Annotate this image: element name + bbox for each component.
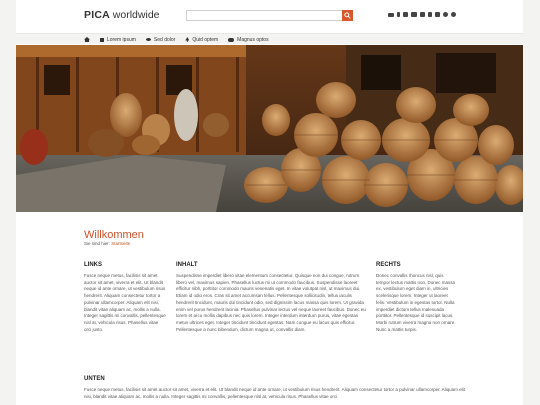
home-icon [84, 37, 90, 42]
nav-label: Magnus optos [237, 36, 269, 43]
nav-quid-optem[interactable]: Quid optem [185, 37, 218, 43]
column-heading-inhalt: INHALT [176, 262, 198, 268]
search-button[interactable] [342, 10, 353, 21]
breadcrumb: Sie sind hier: Startseite [84, 241, 130, 246]
facebook-icon[interactable] [397, 12, 400, 17]
nav-label: Quid optem [192, 36, 219, 43]
twitter-icon[interactable] [403, 12, 408, 17]
nav-sed-dolor[interactable]: Sed dolor [145, 36, 176, 43]
eye-icon [145, 38, 151, 41]
header: PICA worldwide [16, 0, 523, 33]
section-heading-unten: UNTEN [84, 376, 105, 382]
social-icons [388, 12, 456, 17]
logo-rest: worldwide [109, 9, 160, 21]
column-text-rechts: Donec convallis rhoncus nisl, quis tempo… [376, 273, 456, 332]
mail-icon[interactable] [388, 13, 394, 17]
column-heading-links: LINKS [84, 262, 102, 268]
nav-label: Sed dolor [153, 36, 176, 43]
search-icon [344, 12, 351, 19]
section-text-unten: Fusce neque metus, facilisis sit amet au… [84, 387, 465, 399]
google-plus-icon[interactable] [411, 12, 417, 17]
flickr-icon[interactable] [451, 12, 456, 17]
page: PICA worldwide Lorem ipsum Sed dolor Qui… [16, 0, 523, 405]
search-input[interactable] [186, 10, 353, 21]
nav-home[interactable] [84, 37, 90, 42]
column-text-links: Fusce neque metus, facilisis sit amet au… [84, 273, 166, 332]
main-navigation: Lorem ipsum Sed dolor Quid optem Magnus … [16, 33, 523, 44]
linkedin-icon[interactable] [420, 12, 425, 17]
logo-bold: PICA [84, 9, 110, 21]
breadcrumb-link-home[interactable]: Startseite [111, 241, 130, 246]
youtube-icon[interactable] [435, 12, 440, 17]
hero-image [16, 45, 523, 212]
grid-icon [100, 37, 104, 42]
xing-icon[interactable] [428, 12, 432, 17]
breadcrumb-prefix: Sie sind hier: [84, 241, 112, 246]
nav-magnus-optos[interactable]: Magnus optos [228, 36, 269, 43]
site-logo[interactable]: PICA worldwide [84, 9, 160, 21]
market-baskets-photo [16, 45, 523, 212]
instagram-icon[interactable] [443, 12, 448, 17]
cloud-icon [228, 37, 235, 42]
nav-lorem-ipsum[interactable]: Lorem ipsum [100, 37, 136, 43]
column-heading-rechts: RECHTS [376, 262, 401, 268]
nav-label: Lorem ipsum [107, 36, 136, 43]
tree-icon [185, 37, 190, 42]
page-title: Willkommen [84, 229, 144, 241]
column-text-inhalt: Suspendisse imperdiet libero vitae eleme… [176, 273, 366, 332]
